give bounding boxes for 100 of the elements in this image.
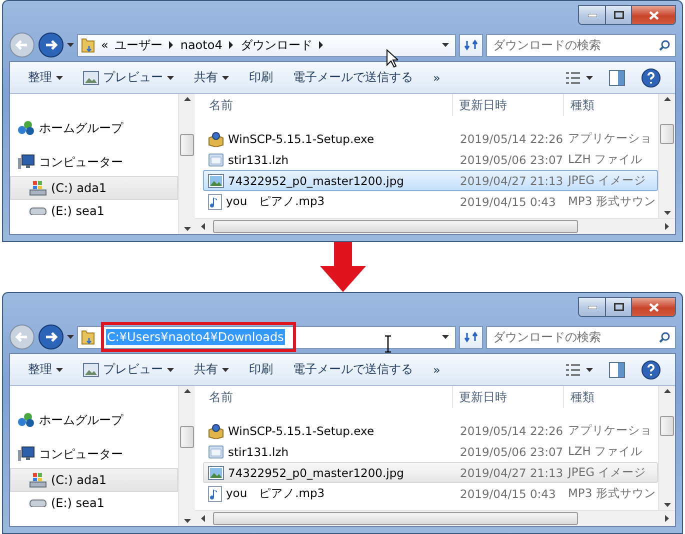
breadcrumb-item[interactable]: « bbox=[101, 38, 108, 52]
file-row[interactable]: you ピアノ.mp3 2019/04/15 0:43 MP3 形式サウン bbox=[203, 191, 658, 212]
nav-item[interactable]: (E:) sea1 bbox=[10, 492, 178, 514]
refresh-button[interactable] bbox=[459, 326, 483, 348]
scroll-thumb[interactable] bbox=[180, 426, 194, 448]
homegroup-icon bbox=[17, 120, 35, 136]
column-header[interactable]: 更新日時 bbox=[452, 94, 564, 116]
scroll-right-button[interactable] bbox=[665, 515, 669, 522]
file-type: アプリケーショ bbox=[568, 131, 652, 146]
drive-icon bbox=[29, 207, 47, 215]
nav-item[interactable]: コンピューター bbox=[10, 148, 178, 176]
scroll-down-button[interactable] bbox=[664, 503, 670, 507]
refresh-button[interactable] bbox=[459, 34, 483, 56]
nav-item[interactable]: (C:) ada1 bbox=[10, 176, 178, 200]
maximize-icon bbox=[614, 303, 624, 311]
forward-button[interactable] bbox=[38, 32, 64, 58]
nav-item[interactable]: (E:) sea1 bbox=[10, 200, 178, 222]
file-row[interactable]: stir131.lzh 2019/05/06 23:07 LZH ファイル bbox=[203, 149, 658, 170]
scroll-thumb[interactable] bbox=[213, 220, 578, 233]
scroll-right-button[interactable] bbox=[665, 223, 669, 230]
scroll-up-button[interactable] bbox=[184, 97, 190, 101]
minimize-icon bbox=[588, 14, 596, 16]
toolbar-button[interactable]: 共有 bbox=[184, 358, 239, 382]
close-button[interactable] bbox=[631, 6, 675, 24]
caret-icon bbox=[586, 368, 593, 372]
column-header[interactable]: 更新日時 bbox=[452, 386, 564, 408]
file-row[interactable]: stir131.lzh 2019/05/06 23:07 LZH ファイル bbox=[203, 441, 658, 462]
history-caret-icon bbox=[67, 43, 74, 47]
close-icon bbox=[648, 10, 658, 20]
scrollbar[interactable] bbox=[178, 386, 195, 526]
file-name: 74322952_p0_master1200.jpg bbox=[228, 174, 404, 188]
column-header[interactable]: 名前 bbox=[203, 386, 452, 408]
file-type: MP3 形式サウン bbox=[568, 194, 656, 209]
scroll-thumb[interactable] bbox=[660, 124, 674, 144]
chevron-icon[interactable] bbox=[168, 41, 174, 49]
scroll-thumb[interactable] bbox=[660, 416, 674, 436]
toolbar-button[interactable]: 整理 bbox=[18, 66, 73, 90]
close-button[interactable] bbox=[631, 298, 675, 316]
minimize-icon bbox=[588, 306, 596, 308]
forward-button[interactable] bbox=[38, 324, 64, 350]
system-drive-icon bbox=[29, 472, 47, 488]
nav-item[interactable]: ホームグループ bbox=[10, 108, 178, 148]
pane-icon bbox=[609, 70, 625, 86]
address-bar[interactable]: « ユーザー naoto4 ダウンロード bbox=[77, 34, 456, 56]
search-field[interactable]: ダウンロードの検索 bbox=[486, 34, 676, 56]
file-row[interactable]: 74322952_p0_master1200.jpg 2019/04/27 21:13 JPEG イメージ bbox=[203, 462, 658, 483]
caret-icon bbox=[222, 76, 229, 80]
toolbar-button[interactable]: プレビュー bbox=[73, 66, 184, 90]
scrollbar[interactable] bbox=[658, 94, 675, 218]
toolbar-button[interactable]: 整理 bbox=[18, 358, 73, 382]
image-file-icon bbox=[208, 466, 224, 480]
nav-item[interactable]: コンピューター bbox=[10, 440, 178, 468]
search-icon bbox=[659, 332, 670, 342]
system-drive-icon bbox=[29, 180, 47, 196]
toolbar-button[interactable]: プレビュー bbox=[73, 358, 184, 382]
maximize-button[interactable] bbox=[605, 298, 631, 316]
file-date: 2019/04/27 21:13 bbox=[460, 466, 564, 480]
scroll-down-button[interactable] bbox=[184, 519, 190, 523]
toolbar-button[interactable]: 電子メールで送信する bbox=[283, 66, 423, 90]
chevron-icon[interactable] bbox=[228, 41, 234, 49]
nav-item[interactable]: ホームグループ bbox=[10, 400, 178, 440]
installer-box-icon bbox=[208, 422, 224, 438]
file-row[interactable]: you ピアノ.mp3 2019/04/15 0:43 MP3 形式サウン bbox=[203, 483, 658, 504]
file-row[interactable]: 74322952_p0_master1200.jpg 2019/04/27 21:13 JPEG イメージ bbox=[203, 170, 658, 191]
file-name: stir131.lzh bbox=[228, 444, 289, 458]
breadcrumb-item[interactable]: ユーザー bbox=[114, 36, 162, 54]
toolbar-button[interactable]: 共有 bbox=[184, 66, 239, 90]
file-row[interactable]: WinSCP-5.15.1-Setup.exe 2019/05/14 22:26 アプリケーショ bbox=[203, 128, 658, 149]
scroll-down-button[interactable] bbox=[184, 227, 190, 231]
file-type: JPEG イメージ bbox=[568, 465, 646, 480]
maximize-button[interactable] bbox=[605, 6, 631, 24]
dropdown-caret-icon bbox=[442, 43, 449, 47]
scroll-thumb[interactable] bbox=[180, 134, 194, 156]
scrollbar[interactable] bbox=[178, 94, 195, 234]
scroll-up-button[interactable] bbox=[664, 389, 670, 393]
scroll-left-button[interactable] bbox=[201, 223, 205, 230]
help-icon bbox=[641, 360, 661, 380]
scroll-up-button[interactable] bbox=[184, 389, 190, 393]
toolbar-button[interactable]: 印刷 bbox=[239, 358, 283, 382]
archive-file-icon bbox=[208, 152, 224, 168]
scroll-up-button[interactable] bbox=[664, 97, 670, 101]
toolbar-button[interactable]: » bbox=[423, 66, 450, 90]
scrollbar[interactable] bbox=[658, 386, 675, 510]
horizontal-scrollbar[interactable] bbox=[195, 510, 675, 526]
breadcrumb-item[interactable]: ダウンロード bbox=[240, 36, 312, 54]
file-row[interactable]: WinSCP-5.15.1-Setup.exe 2019/05/14 22:26 アプリケーショ bbox=[203, 420, 658, 441]
toolbar-button[interactable]: 印刷 bbox=[239, 66, 283, 90]
breadcrumb-item[interactable]: naoto4 bbox=[180, 38, 222, 52]
scroll-down-button[interactable] bbox=[664, 211, 670, 215]
search-field[interactable]: ダウンロードの検索 bbox=[486, 326, 676, 348]
file-name: you ピアノ.mp3 bbox=[226, 194, 325, 209]
down-arrow-icon bbox=[318, 242, 368, 292]
horizontal-scrollbar[interactable] bbox=[195, 218, 675, 234]
toolbar-button[interactable]: 電子メールで送信する bbox=[283, 358, 423, 382]
nav-item[interactable]: (C:) ada1 bbox=[10, 468, 178, 492]
toolbar-button[interactable]: » bbox=[423, 358, 450, 382]
chevron-icon[interactable] bbox=[318, 41, 324, 49]
column-header[interactable]: 名前 bbox=[203, 94, 452, 116]
scroll-left-button[interactable] bbox=[201, 515, 205, 522]
scroll-thumb[interactable] bbox=[213, 512, 578, 525]
